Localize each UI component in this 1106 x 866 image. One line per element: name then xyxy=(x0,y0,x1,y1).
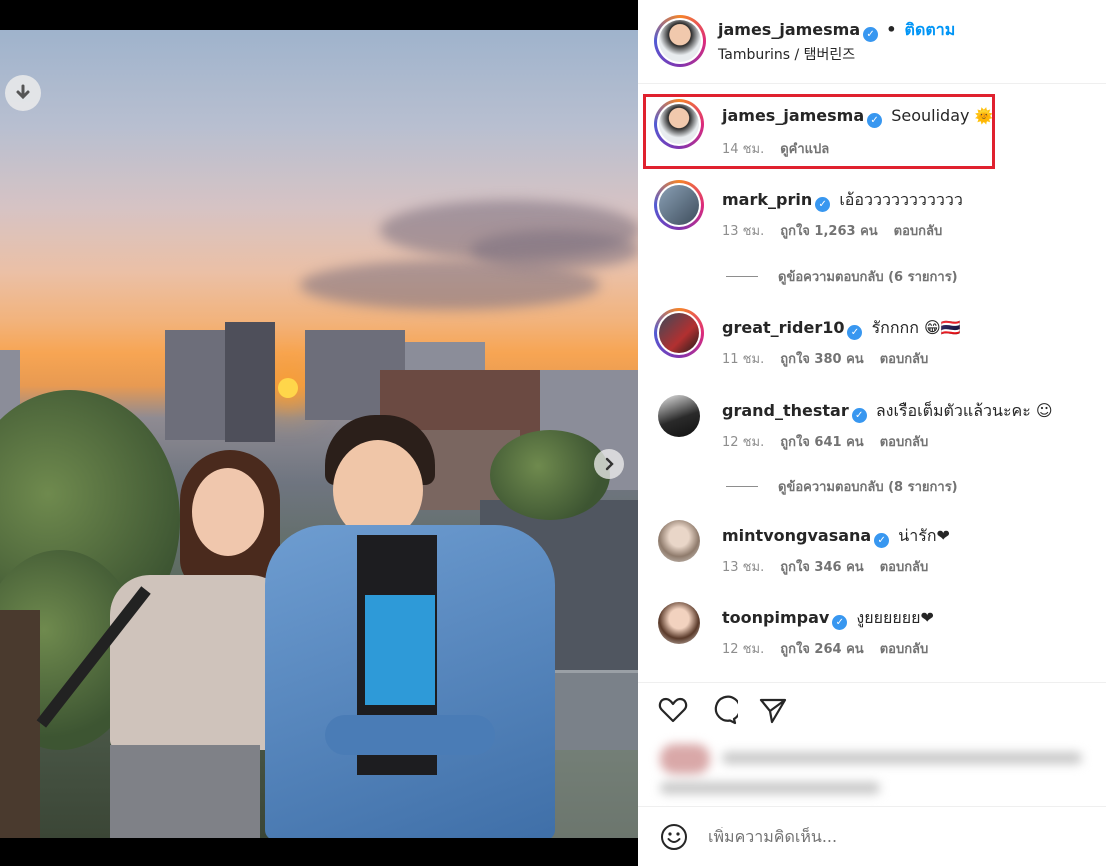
sun xyxy=(278,378,298,398)
replies-dash xyxy=(726,486,758,487)
comment-likes[interactable]: ถูกใจ 641 คน xyxy=(780,431,863,452)
commenter-avatar[interactable] xyxy=(658,520,700,562)
comment-icon[interactable] xyxy=(708,695,738,725)
carousel-next-button[interactable] xyxy=(594,449,624,479)
heart-icon[interactable] xyxy=(658,695,688,725)
commenter-avatar[interactable] xyxy=(654,180,704,230)
comment-likes[interactable]: ถูกใจ 380 คน xyxy=(780,348,863,369)
comment-item: mark_prin ✓ เอ้อววววววววววว 13 ชม. ถูกใจ … xyxy=(638,180,1106,250)
commenter-avatar[interactable] xyxy=(658,602,700,644)
verified-icon: ✓ xyxy=(815,197,831,212)
comment-item: toonpimpav ✓ งูยยยยยย❤ 12 ชม. ถูกใจ 264 ค… xyxy=(638,600,1106,670)
comment-username[interactable]: toonpimpav xyxy=(722,608,829,627)
comment-input[interactable] xyxy=(708,827,1088,846)
highlight-box xyxy=(643,94,995,169)
download-icon xyxy=(16,84,30,100)
comment-likes[interactable]: ถูกใจ 264 คน xyxy=(780,638,863,659)
comment-time: 13 ชม. xyxy=(722,224,765,239)
comment-time: 11 ชม. xyxy=(722,352,765,367)
comment-text: ลงเรือเต็มตัวแล้วนะคะ ☺ xyxy=(875,401,1053,420)
post-location[interactable]: Tamburins / 탬버린즈 xyxy=(718,44,855,64)
verified-icon: ✓ xyxy=(832,615,848,630)
person-man xyxy=(265,415,555,838)
comment-likes[interactable]: ถูกใจ 1,263 คน xyxy=(780,220,877,241)
author-avatar[interactable] xyxy=(654,15,706,67)
reply-button[interactable]: ตอบกลับ xyxy=(880,638,929,659)
reply-button[interactable]: ตอบกลับ xyxy=(880,348,929,369)
comment-text: งูยยยยยย❤ xyxy=(856,608,934,627)
comment-text: น่ารัก❤ xyxy=(898,526,950,545)
smiley-icon[interactable] xyxy=(660,823,688,851)
comment-time: 12 ชม. xyxy=(722,642,765,657)
verified-icon: ✓ xyxy=(863,27,879,42)
replies-dash xyxy=(726,276,758,277)
verified-icon: ✓ xyxy=(851,408,867,423)
send-icon[interactable] xyxy=(758,695,788,725)
comment-likes[interactable]: ถูกใจ 346 คน xyxy=(780,556,863,577)
comment-item: grand_thestar ✓ ลงเรือเต็มตัวแล้วนะคะ ☺ 1… xyxy=(638,393,1106,463)
view-replies-button[interactable]: ดูข้อความตอบกลับ (6 รายการ) xyxy=(726,266,958,287)
comment-item: great_rider10 ✓ รักกกก 😁🇹🇭 11 ชม. ถูกใจ 3… xyxy=(638,308,1106,378)
reply-button[interactable]: ตอบกลับ xyxy=(880,431,929,452)
wooden-deck xyxy=(0,610,40,838)
chevron-right-icon xyxy=(605,457,614,471)
action-bar xyxy=(638,682,1106,738)
author-username[interactable]: james_jamesma xyxy=(718,20,860,39)
download-button[interactable] xyxy=(5,75,41,111)
cloud xyxy=(470,230,638,270)
comment-username[interactable]: mark_prin xyxy=(722,190,812,209)
follow-button[interactable]: ติดตาม xyxy=(905,20,956,39)
view-replies-button[interactable]: ดูข้อความตอบกลับ (8 รายการ) xyxy=(726,476,958,497)
reply-button[interactable]: ตอบกลับ xyxy=(894,220,943,241)
comment-username[interactable]: grand_thestar xyxy=(722,401,849,420)
view-replies-label: ดูข้อความตอบกลับ (6 รายการ) xyxy=(778,270,958,285)
person-woman xyxy=(36,450,290,838)
comment-time: 12 ชม. xyxy=(722,435,765,450)
comment-username[interactable]: mintvongvasana xyxy=(722,526,871,545)
comment-username[interactable]: great_rider10 xyxy=(722,318,844,337)
post-photo xyxy=(0,30,638,838)
follow-separator: • xyxy=(886,20,897,39)
comment-text: เอ้อววววววววววว xyxy=(839,190,963,209)
commenter-avatar[interactable] xyxy=(654,308,704,358)
comment-text: รักกกก 😁🇹🇭 xyxy=(871,318,961,337)
verified-icon: ✓ xyxy=(874,533,890,548)
post-header: james_jamesma ✓ • ติดตาม Tamburins / 탬버린즈 xyxy=(638,0,1106,84)
reply-button[interactable]: ตอบกลับ xyxy=(880,556,929,577)
comment-time: 13 ชม. xyxy=(722,560,765,575)
verified-icon: ✓ xyxy=(847,325,863,340)
commenter-avatar[interactable] xyxy=(658,395,700,437)
comment-item: mintvongvasana ✓ น่ารัก❤ 13 ชม. ถูกใจ 346… xyxy=(638,518,1106,588)
liked-by-blurred xyxy=(652,738,1092,804)
add-comment-bar xyxy=(638,806,1106,866)
view-replies-label: ดูข้อความตอบกลับ (8 รายการ) xyxy=(778,480,958,495)
